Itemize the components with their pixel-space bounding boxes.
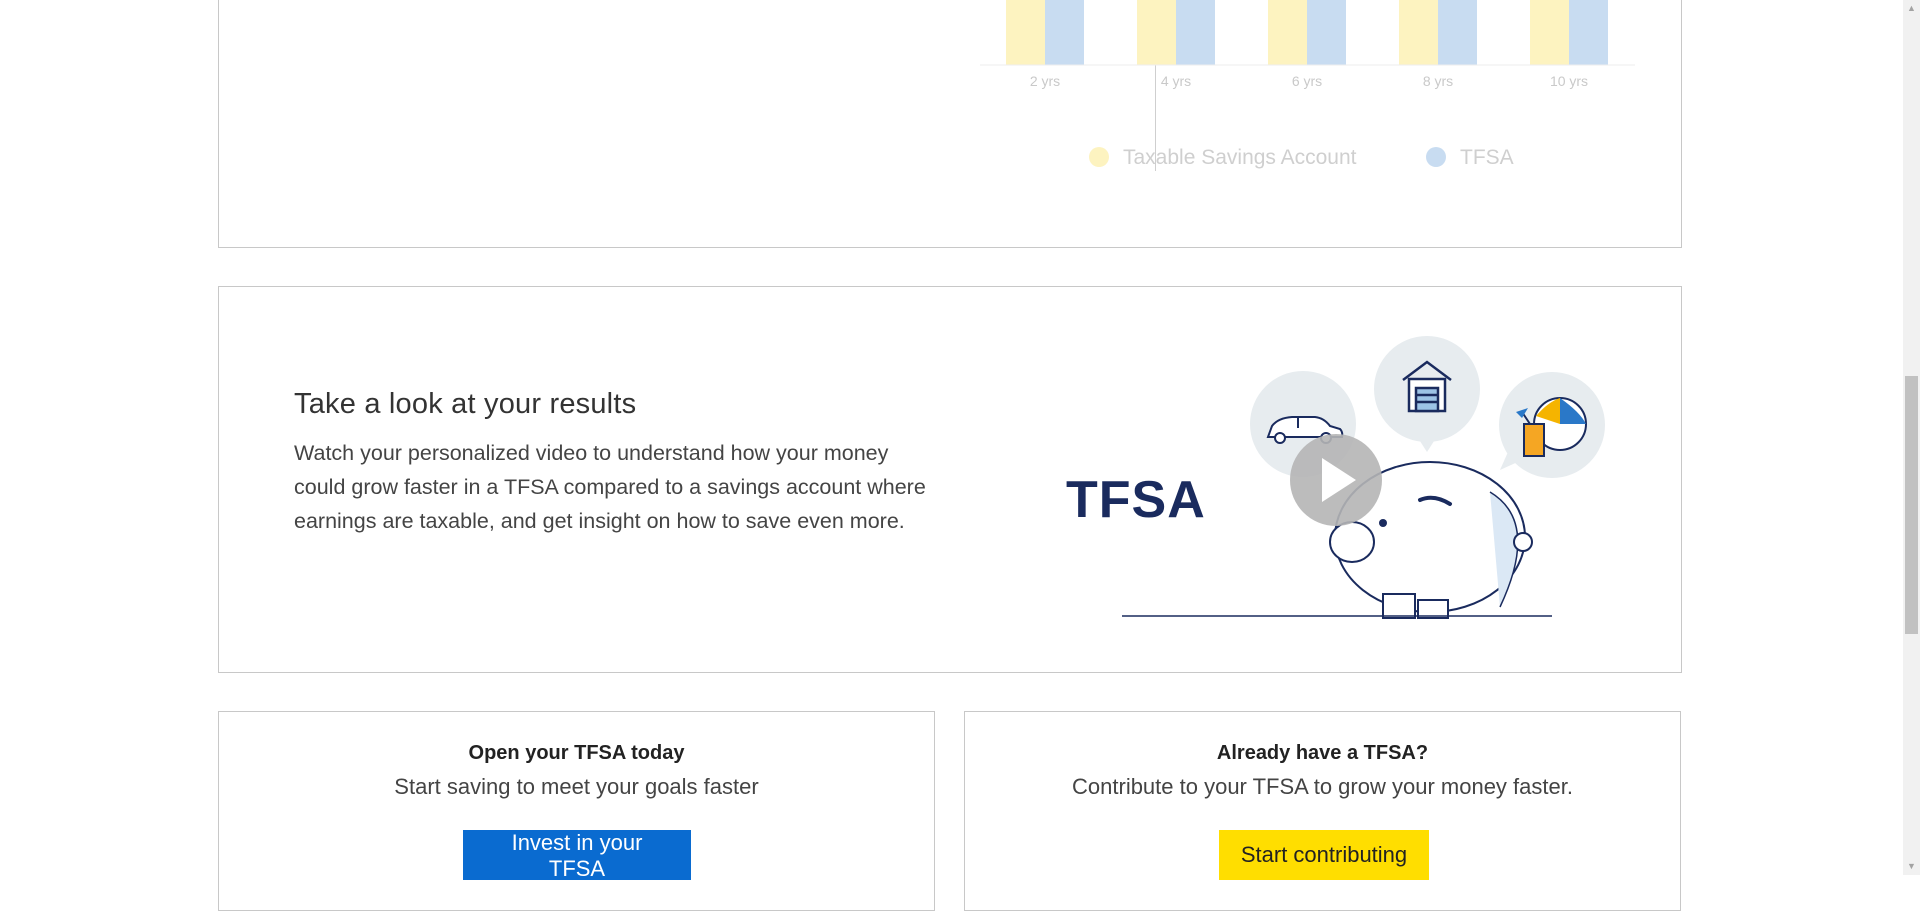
x-axis-labels: 2 yrs 4 yrs 6 yrs 8 yrs 10 yrs [1030,73,1588,89]
house-bubble [1374,336,1480,452]
x-tick-label: 6 yrs [1292,73,1322,89]
chart-bar-taxable [1268,0,1307,65]
play-button[interactable] [1290,434,1382,526]
x-tick-label: 2 yrs [1030,73,1060,89]
start-contributing-button[interactable]: Start contributing [1219,830,1429,880]
scrollbar-thumb[interactable] [1905,376,1918,634]
chart-bars [1006,0,1608,65]
existing-tfsa-subtitle: Contribute to your TFSA to grow your mon… [1072,774,1573,799]
chart-bar-taxable [1137,0,1176,65]
chart-bar-tfsa [1045,0,1084,65]
chart-bar-taxable [1399,0,1438,65]
chart-bar-tfsa [1569,0,1608,65]
legend-label-tfsa: TFSA [1460,146,1514,169]
x-tick-label: 8 yrs [1423,73,1453,89]
legend-swatch-taxable [1089,147,1109,167]
legend-label-taxable: Taxable Savings Account [1123,146,1357,169]
x-tick-label: 10 yrs [1550,73,1588,89]
chart-bar-tfsa [1307,0,1346,65]
growth-chart: 2 yrs 4 yrs 6 yrs 8 yrs 10 yrs Taxable S… [980,0,1635,169]
existing-tfsa-card: Already have a TFSA? Contribute to your … [964,711,1681,911]
chart-bar-tfsa [1176,0,1215,65]
open-tfsa-subtitle: Start saving to meet your goals faster [394,774,759,799]
legend-swatch-tfsa [1426,147,1446,167]
video-thumbnail[interactable]: TFSA [1060,332,1620,632]
x-tick-label: 4 yrs [1161,73,1191,89]
open-tfsa-card: Open your TFSA today Start saving to mee… [218,711,935,911]
chart-legend: Taxable Savings Account TFSA [1089,146,1514,169]
open-tfsa-title: Open your TFSA today [468,742,685,764]
existing-tfsa-title: Already have a TFSA? [1216,742,1429,764]
video-heading: Take a look at your results [294,388,637,420]
scroll-down-arrow-icon[interactable]: ▼ [1903,858,1920,875]
chart-bar-taxable [1530,0,1569,65]
invest-button[interactable]: Invest in your TFSA [463,830,691,881]
tfsa-wordmark: TFSA [1066,471,1206,529]
chart-bar-taxable [1006,0,1045,65]
chart-bar-tfsa [1438,0,1477,65]
vacation-bubble [1499,372,1605,478]
video-description: Watch your personalized video to underst… [294,441,926,533]
page-scrollbar[interactable]: ▲ ▼ [1903,0,1920,875]
scroll-up-arrow-icon[interactable]: ▲ [1903,0,1920,17]
